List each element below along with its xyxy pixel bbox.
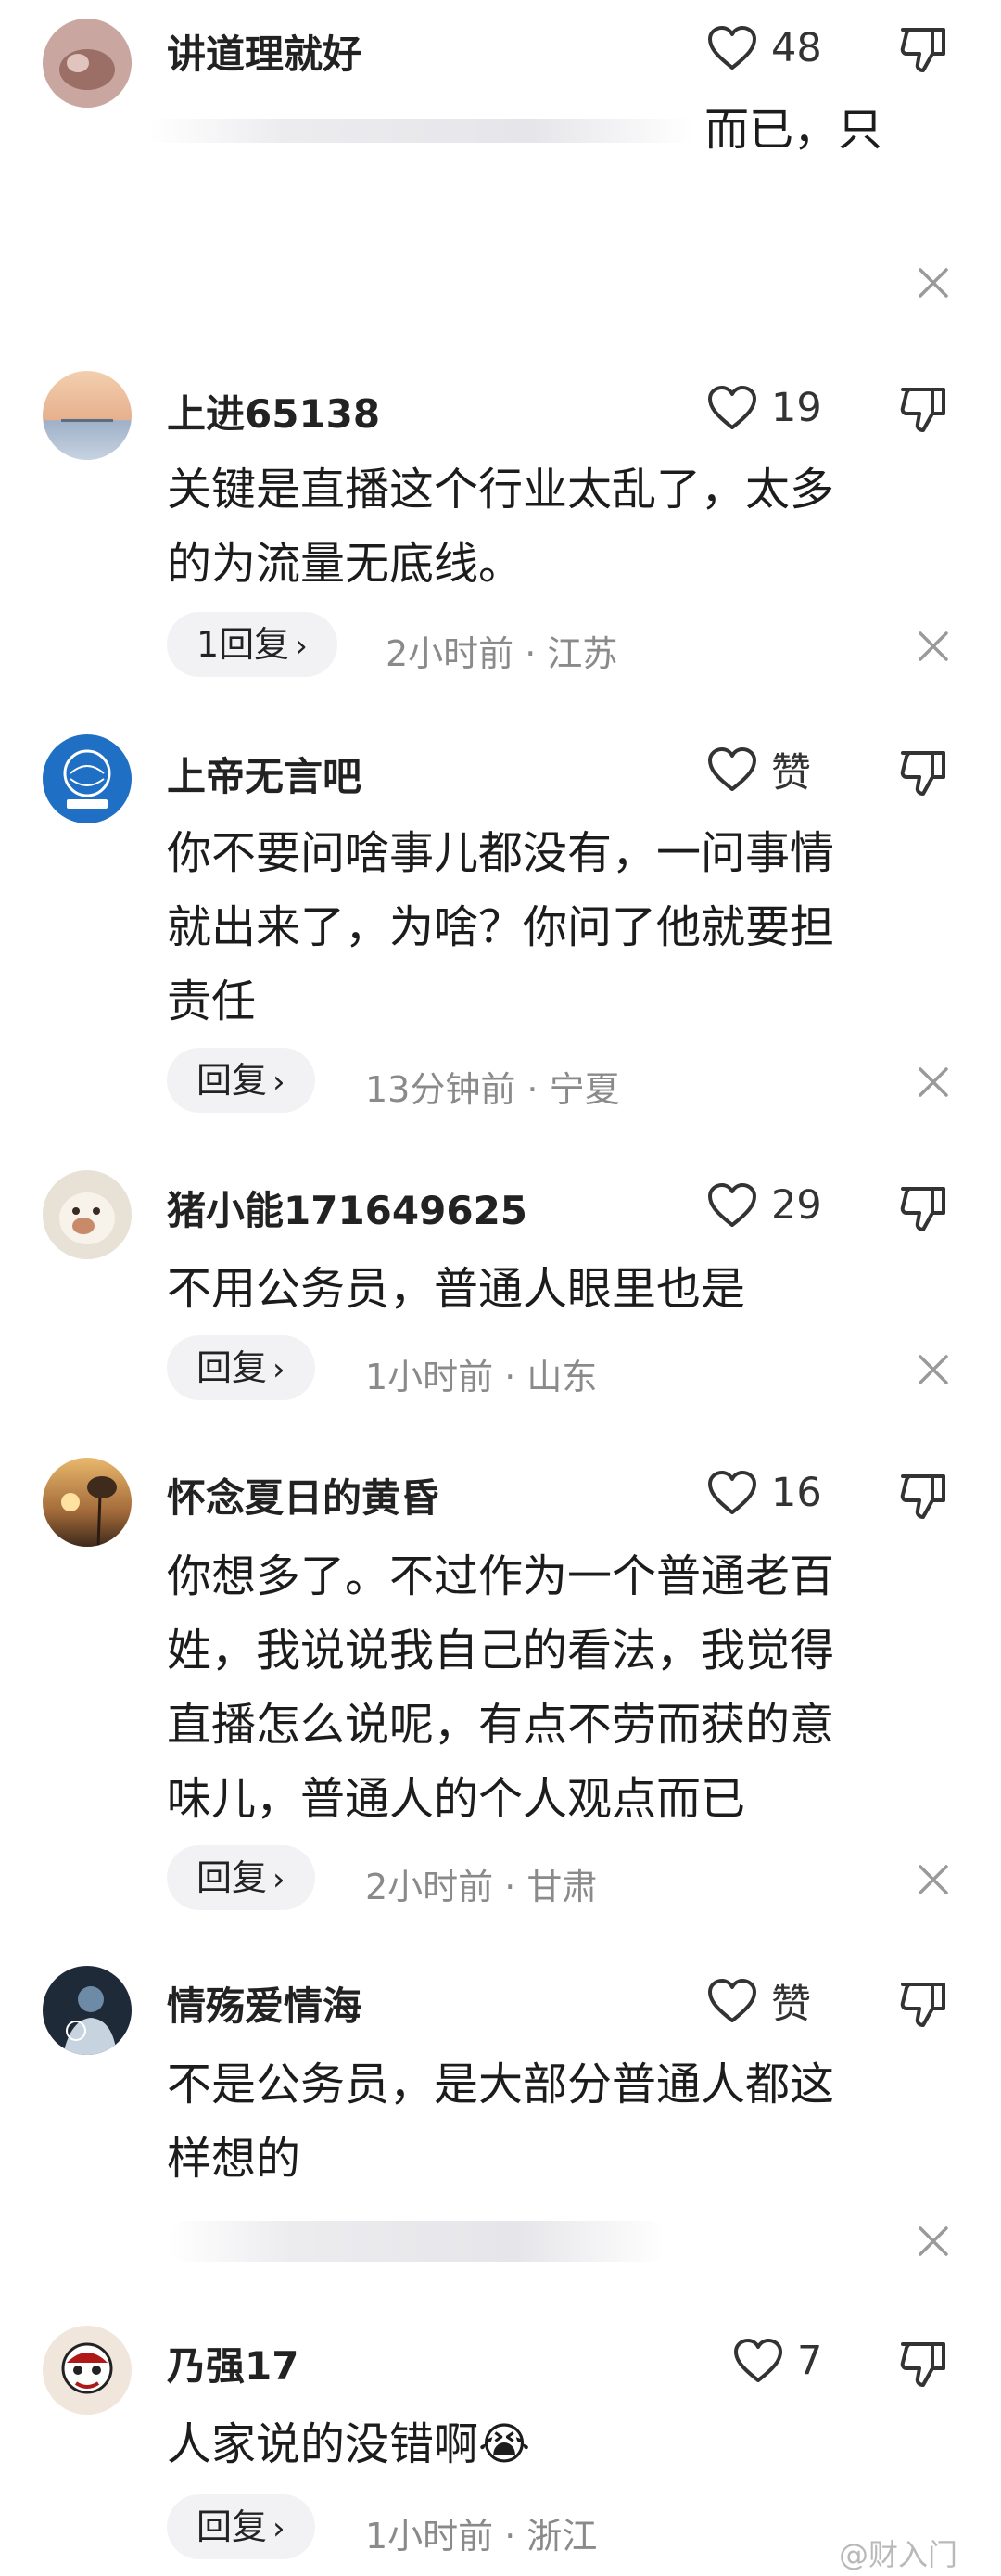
heart-outline-icon xyxy=(708,26,756,70)
comment-text: 不用公务员，普通人眼里也是 xyxy=(167,1263,746,1315)
thumbs-down-icon xyxy=(900,388,945,432)
blurred-reply-row xyxy=(167,2221,667,2262)
user-avatar[interactable] xyxy=(43,1966,132,2055)
username[interactable]: 讲道理就好 xyxy=(167,23,361,80)
user-avatar[interactable] xyxy=(43,734,132,823)
reply-button[interactable]: 1回复 › xyxy=(167,612,337,677)
like-count: 赞 xyxy=(771,1982,811,2028)
like-button[interactable]: 16 xyxy=(706,1465,822,1521)
heart-outline-icon xyxy=(734,2339,782,2382)
comment-meta: 1小时前 · 浙江 xyxy=(365,2516,598,2557)
blurred-text xyxy=(148,119,695,143)
like-count: 19 xyxy=(771,385,822,431)
dislike-button[interactable] xyxy=(897,1469,949,1521)
comment-text: 你不要问啥事儿都没有，一问事情 xyxy=(167,827,835,879)
close-icon xyxy=(919,2226,948,2256)
chevron-right-icon: › xyxy=(295,628,308,665)
like-button[interactable]: 48 xyxy=(706,20,822,76)
comment-meta: 2小时前 · 江苏 xyxy=(386,633,618,674)
user-avatar[interactable] xyxy=(43,19,132,108)
reply-label: 回复 xyxy=(196,1347,268,1388)
username[interactable]: 猪小能171649625 xyxy=(167,1180,527,1236)
close-icon xyxy=(919,1067,948,1097)
comment-text: 不是公务员，是大部分普通人都这 xyxy=(167,2059,835,2111)
chevron-right-icon: › xyxy=(272,1861,285,1898)
close-icon xyxy=(919,1355,948,1384)
username[interactable]: 情殇爱情海 xyxy=(167,1975,361,2032)
reply-label: 1回复 xyxy=(196,624,290,665)
username[interactable]: 上进65138 xyxy=(167,383,380,440)
heart-outline-icon xyxy=(708,747,756,791)
like-count: 48 xyxy=(771,25,822,71)
comment-meta: 1小时前 · 山东 xyxy=(365,1357,598,1397)
thumbs-down-icon xyxy=(900,2342,945,2387)
dislike-button[interactable] xyxy=(897,1977,949,2029)
username[interactable]: 乃强17 xyxy=(167,2335,298,2391)
user-avatar[interactable] xyxy=(43,1458,132,1547)
reply-button[interactable]: 回复 › xyxy=(167,1335,315,1400)
dislike-button[interactable] xyxy=(897,746,949,797)
watermark: @财入门 xyxy=(839,2537,958,2572)
comment-text: 责任 xyxy=(167,976,257,1027)
close-button[interactable] xyxy=(916,2224,951,2259)
comment-text: 样想的 xyxy=(167,2133,301,2185)
comment-text: 姓，我说说我自己的看法，我觉得 xyxy=(167,1625,835,1677)
thumbs-down-icon xyxy=(900,1983,945,2027)
dislike-button[interactable] xyxy=(897,22,949,74)
comment-text: 而已，只 xyxy=(704,104,883,156)
thumbs-down-icon xyxy=(900,28,945,72)
username[interactable]: 上帝无言吧 xyxy=(167,746,361,802)
like-button[interactable]: 29 xyxy=(706,1178,822,1233)
user-avatar[interactable] xyxy=(43,1170,132,1259)
heart-outline-icon xyxy=(708,1471,756,1514)
comment-text: 你想多了。不过作为一个普通老百 xyxy=(167,1550,835,1602)
username[interactable]: 怀念夏日的黄昏 xyxy=(167,1467,439,1524)
thumbs-down-icon xyxy=(900,751,945,796)
heart-outline-icon xyxy=(708,386,756,429)
dislike-button[interactable] xyxy=(897,382,949,434)
comment-text: 的为流量无底线。 xyxy=(167,538,524,590)
like-button[interactable]: 19 xyxy=(706,380,822,436)
reply-label: 回复 xyxy=(196,1857,268,1898)
heart-outline-icon xyxy=(708,1979,756,2022)
thumbs-down-icon xyxy=(900,1474,945,1519)
like-count: 7 xyxy=(797,2338,823,2384)
close-icon xyxy=(919,631,948,661)
close-button[interactable] xyxy=(916,265,951,300)
comment-text: 关键是直播这个行业太乱了，太多 xyxy=(167,464,835,516)
like-button[interactable]: 赞 xyxy=(706,1973,811,2029)
comment-text: 直播怎么说呢，有点不劳而获的意 xyxy=(167,1699,835,1751)
close-icon xyxy=(919,268,948,298)
dislike-button[interactable] xyxy=(897,2337,949,2389)
dislike-button[interactable] xyxy=(897,1181,949,1233)
close-button[interactable] xyxy=(916,1065,951,1100)
like-button[interactable]: 赞 xyxy=(706,742,811,797)
reply-label: 回复 xyxy=(196,2506,268,2547)
reply-button[interactable]: 回复 › xyxy=(167,1048,315,1113)
close-button[interactable] xyxy=(916,629,951,664)
like-count: 16 xyxy=(771,1470,822,1516)
reply-button[interactable]: 回复 › xyxy=(167,2494,315,2559)
like-button[interactable]: 7 xyxy=(732,2333,822,2389)
chevron-right-icon: › xyxy=(272,1351,285,1388)
comment-meta: 2小时前 · 甘肃 xyxy=(365,1867,598,1907)
like-count: 29 xyxy=(771,1182,822,1229)
comment-meta: 13分钟前 · 宁夏 xyxy=(365,1069,620,1110)
close-icon xyxy=(919,1865,948,1894)
reply-button[interactable]: 回复 › xyxy=(167,1845,315,1910)
comment-text: 味儿，普通人的个人观点而已 xyxy=(167,1773,746,1825)
thumbs-down-icon xyxy=(900,1187,945,1231)
like-count: 赞 xyxy=(771,750,811,797)
comment-text: 就出来了，为啥？你问了他就要担 xyxy=(167,901,835,953)
close-button[interactable] xyxy=(916,1862,951,1897)
close-button[interactable] xyxy=(916,1352,951,1387)
user-avatar[interactable] xyxy=(43,2326,132,2415)
user-avatar[interactable] xyxy=(43,371,132,460)
chevron-right-icon: › xyxy=(272,1064,285,1101)
comment-text: 人家说的没错啊😭 xyxy=(167,2418,531,2470)
chevron-right-icon: › xyxy=(272,2510,285,2547)
reply-label: 回复 xyxy=(196,1060,268,1101)
heart-outline-icon xyxy=(708,1183,756,1227)
